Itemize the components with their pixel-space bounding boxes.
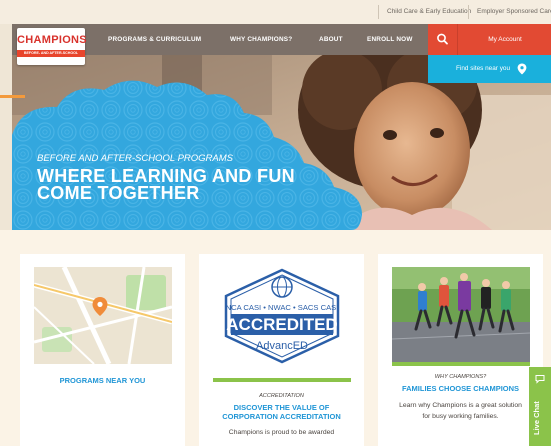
- utility-divider: [468, 5, 469, 19]
- card-body: Champions is proud to be awarded: [228, 429, 335, 436]
- card-accent-bar: [392, 362, 530, 366]
- hero-eyebrow: BEFORE AND AFTER-SCHOOL PROGRAMS: [37, 153, 234, 164]
- search-button[interactable]: [428, 24, 457, 55]
- card-body-line: for busy working families.: [422, 413, 499, 420]
- search-icon: [437, 33, 448, 45]
- nav-item-about[interactable]: ABOUT: [319, 24, 343, 55]
- utility-link-child-care[interactable]: Child Care & Early Education: [387, 0, 471, 24]
- card-families-choose[interactable]: WHY CHAMPIONS? FAMILIES CHOOSE CHAMPIONS…: [378, 254, 543, 446]
- card-eyebrow: ACCREDITATION: [259, 393, 304, 399]
- running-kids-photo: [392, 267, 530, 362]
- page: Child Care & Early Education Employer Sp…: [0, 0, 551, 446]
- advanced-accredited-badge: NCA CASI • NWAC • SACS CASI ACCREDITED A…: [224, 268, 340, 364]
- card-title-line: DISCOVER THE VALUE OF: [233, 403, 330, 412]
- live-chat-tab[interactable]: Live Chat: [529, 367, 551, 446]
- chat-bubble-icon: [535, 375, 545, 384]
- champions-logo[interactable]: CHAMPIONS BEFORE- AND AFTER-SCHOOL: [17, 28, 87, 65]
- my-account-button[interactable]: My Account: [457, 24, 551, 55]
- card-programs-near-you[interactable]: PROGRAMS NEAR YOU: [20, 254, 185, 446]
- badge-main-text: ACCREDITED: [226, 315, 337, 334]
- page-edge-shadow: [0, 24, 12, 230]
- utility-divider: [378, 5, 379, 19]
- nav-item-why-champions[interactable]: WHY CHAMPIONS?: [230, 24, 292, 55]
- card-title-line: CORPORATION ACCREDITATION: [222, 412, 341, 421]
- find-sites-button[interactable]: Find sites near you: [428, 55, 551, 83]
- logo-tagline: BEFORE- AND AFTER-SCHOOL: [17, 50, 85, 57]
- hero-headline-line: COME TOGETHER: [37, 183, 200, 203]
- hero-headline: WHERE LEARNING AND FUN COME TOGETHER: [37, 167, 337, 203]
- badge-bottom-text: AdvancED: [256, 340, 308, 352]
- card-eyebrow: WHY CHAMPIONS?: [434, 374, 487, 380]
- my-account-label: My Account: [488, 36, 522, 43]
- hero-accent-bar: [0, 95, 25, 98]
- logo-wordmark: CHAMPIONS: [17, 34, 87, 46]
- nav-item-programs-curriculum[interactable]: PROGRAMS & CURRICULUM: [108, 24, 201, 55]
- card-accreditation[interactable]: NCA CASI • NWAC • SACS CASI ACCREDITED A…: [199, 254, 364, 446]
- find-sites-label: Find sites near you: [456, 65, 510, 72]
- badge-top-text: NCA CASI • NWAC • SACS CASI: [226, 303, 339, 312]
- location-pin-icon: [517, 63, 527, 75]
- nav-item-enroll-now[interactable]: ENROLL NOW: [367, 24, 413, 55]
- card-title: PROGRAMS NEAR YOU: [59, 376, 146, 385]
- map-illustration: [34, 267, 172, 364]
- card-body-line: Learn why Champions is a great solution: [399, 402, 522, 409]
- card-accent-bar: [213, 378, 351, 382]
- card-title: FAMILIES CHOOSE CHAMPIONS: [401, 384, 520, 393]
- utility-link-employer-care[interactable]: Employer Sponsored Care: [477, 0, 551, 24]
- live-chat-label: Live Chat: [532, 401, 541, 435]
